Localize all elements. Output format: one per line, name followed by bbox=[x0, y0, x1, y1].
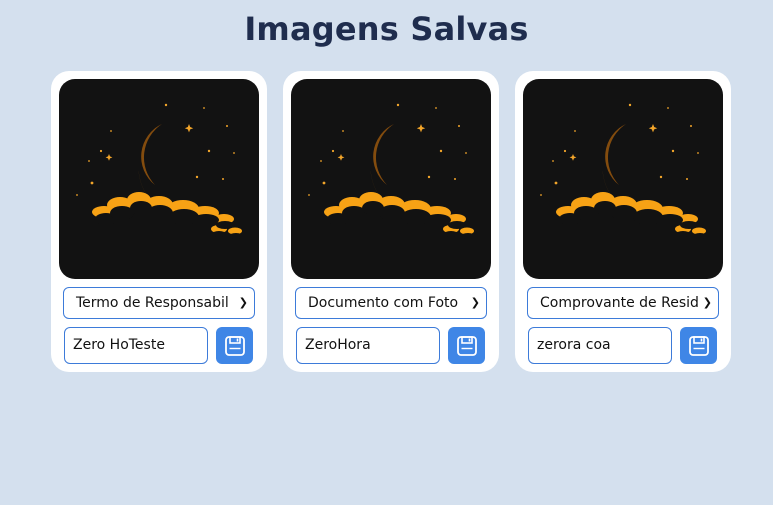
image-name-input[interactable]: ZeroHora bbox=[296, 327, 440, 364]
crescent-moon-icon bbox=[76, 103, 243, 239]
crescent-moon-icon bbox=[540, 103, 707, 239]
floppy-disk-icon bbox=[456, 335, 477, 356]
floppy-disk-icon bbox=[688, 335, 709, 356]
document-type-value: Comprovante de Resid bbox=[540, 295, 699, 311]
document-type-select[interactable]: Comprovante de Resid ❯ bbox=[527, 287, 719, 319]
image-name-input[interactable]: zerora coa bbox=[528, 327, 672, 364]
chevron-down-icon: ❯ bbox=[238, 296, 248, 309]
chevron-down-icon: ❯ bbox=[470, 296, 480, 309]
moon-image bbox=[291, 79, 491, 279]
saved-image-card: Termo de Responsabil ❯ Zero HoTeste bbox=[51, 71, 267, 372]
document-type-select[interactable]: Documento com Foto ❯ bbox=[295, 287, 487, 319]
moon-image bbox=[59, 79, 259, 279]
saved-image-card: Documento com Foto ❯ ZeroHora bbox=[283, 71, 499, 372]
crescent-moon-icon bbox=[308, 103, 475, 239]
save-button[interactable] bbox=[448, 327, 485, 364]
document-type-value: Termo de Responsabil bbox=[76, 295, 229, 311]
document-type-value: Documento com Foto bbox=[308, 295, 459, 311]
save-button[interactable] bbox=[680, 327, 717, 364]
saved-image-card: Comprovante de Resid ❯ zerora coa bbox=[515, 71, 731, 372]
document-type-select[interactable]: Termo de Responsabil ❯ bbox=[63, 287, 255, 319]
moon-image bbox=[523, 79, 723, 279]
save-button[interactable] bbox=[216, 327, 253, 364]
floppy-disk-icon bbox=[224, 335, 245, 356]
page-title: Imagens Salvas bbox=[244, 10, 529, 48]
chevron-down-icon: ❯ bbox=[702, 296, 712, 309]
image-name-input[interactable]: Zero HoTeste bbox=[64, 327, 208, 364]
